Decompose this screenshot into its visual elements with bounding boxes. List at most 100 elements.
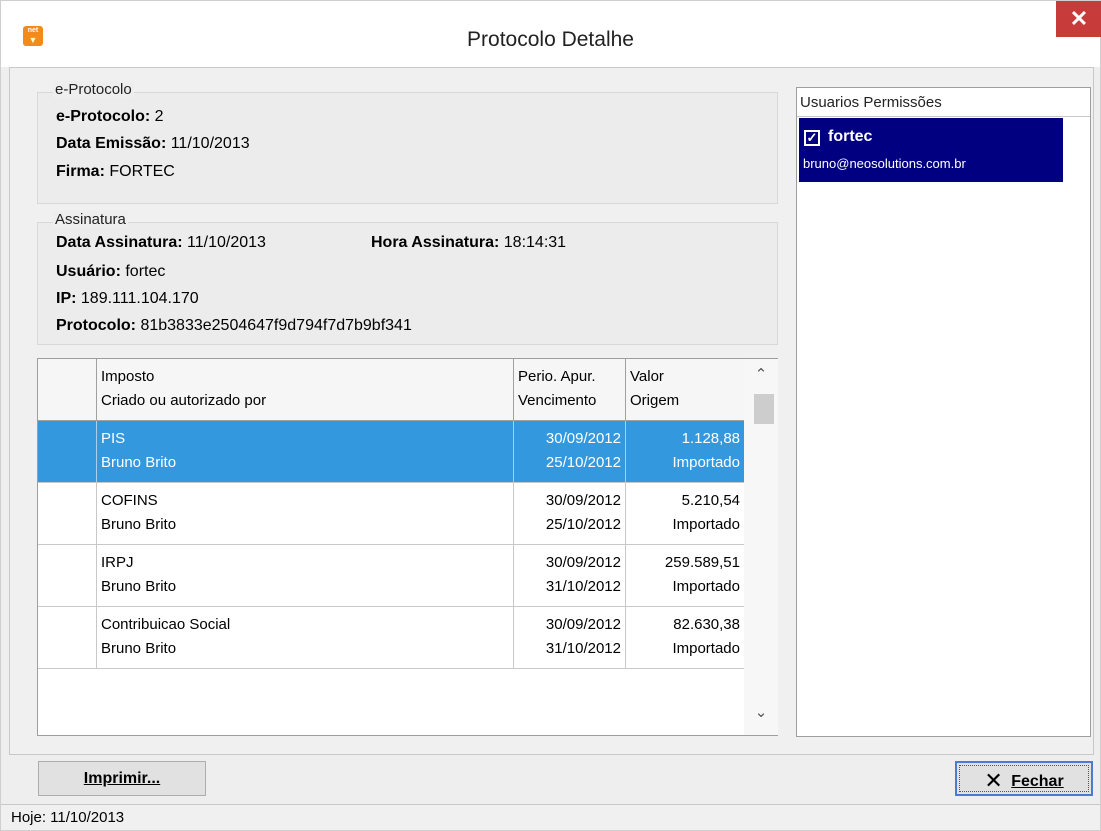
window-title: Protocolo Detalhe [467, 28, 634, 51]
header-criado-label: Criado ou autorizado por [101, 392, 267, 409]
scroll-up-icon[interactable]: ⌃ [744, 365, 778, 383]
scroll-down-icon[interactable]: ⌄ [744, 703, 778, 721]
vencimento: 25/10/2012 [545, 516, 621, 533]
window-close-button[interactable]: ✕ [1056, 1, 1101, 37]
imposto-author: Bruno Brito [101, 640, 177, 657]
vencimento: 31/10/2012 [545, 578, 621, 595]
imposto-grid: Imposto Criado ou autorizado por Perio. … [37, 358, 778, 736]
data-emissao-field: Data Emissão: 11/10/2013 [56, 135, 250, 153]
imposto-cell: PIS Bruno Brito [97, 421, 514, 482]
usuario-label: Usuário: [56, 263, 121, 280]
permissions-panel: Usuarios Permissões ✓ fortec bruno@neoso… [796, 87, 1091, 737]
imposto-name: PIS [101, 430, 126, 447]
usuario-field: Usuário: fortec [56, 263, 165, 281]
hora-assinatura-label: Hora Assinatura: [371, 234, 500, 251]
permission-user-item[interactable]: ✓ fortec bruno@neosolutions.com.br [799, 118, 1063, 182]
perio-apur: 30/09/2012 [545, 430, 621, 447]
print-button[interactable]: Imprimir... [38, 761, 206, 796]
dates-cell: 30/09/2012 31/10/2012 [514, 545, 626, 606]
ip-value: 189.111.104.170 [80, 290, 199, 307]
print-button-label: Imprimir... [83, 770, 161, 787]
ip-field: IP: 189.111.104.170 [56, 290, 199, 308]
eprotocolo-number-label: e-Protocolo: [56, 108, 151, 125]
origem: Importado [672, 578, 740, 595]
valor-cell: 5.210,54 Importado [626, 483, 744, 544]
hora-assinatura-field: Hora Assinatura: 18:14:31 [371, 234, 566, 252]
status-date: Hoje: 11/10/2013 [11, 809, 125, 826]
permission-user-name: fortec [828, 128, 873, 145]
row-indicator [38, 545, 97, 606]
valor: 82.630,38 [673, 616, 740, 633]
ip-label: IP: [56, 290, 77, 307]
imposto-author: Bruno Brito [101, 578, 177, 595]
imposto-author: Bruno Brito [101, 454, 177, 471]
close-icon: ✕ [984, 768, 1003, 793]
assinatura-caption: Assinatura [53, 211, 128, 228]
eprotocolo-caption: e-Protocolo [53, 81, 134, 98]
perio-apur: 30/09/2012 [545, 616, 621, 633]
imposto-cell: COFINS Bruno Brito [97, 483, 514, 544]
firma-field: Firma: FORTEC [56, 163, 175, 181]
origem: Importado [672, 640, 740, 657]
imposto-author: Bruno Brito [101, 516, 177, 533]
checkbox-checked-icon[interactable]: ✓ [804, 130, 820, 146]
vencimento: 25/10/2012 [545, 454, 621, 471]
header-imposto[interactable]: Imposto Criado ou autorizado por [97, 359, 514, 421]
data-emissao-value: 11/10/2013 [170, 135, 250, 152]
data-assinatura-label: Data Assinatura: [56, 234, 183, 251]
imposto-cell: IRPJ Bruno Brito [97, 545, 514, 606]
scroll-thumb[interactable] [754, 394, 774, 424]
protocolo-hash-value: 81b3833e2504647f9d794f7d7b9bf341 [140, 317, 412, 334]
row-indicator [38, 421, 97, 482]
header-perio[interactable]: Perio. Apur. Vencimento [514, 359, 626, 421]
origem: Importado [672, 454, 740, 471]
imposto-name: IRPJ [101, 554, 134, 571]
header-vencimento-label: Vencimento [518, 392, 597, 409]
protocolo-hash-label: Protocolo: [56, 317, 136, 334]
header-valor-label: Valor [630, 368, 664, 385]
grid-header: Imposto Criado ou autorizado por Perio. … [38, 359, 744, 421]
imposto-name: COFINS [101, 492, 158, 509]
header-imposto-label: Imposto [101, 368, 155, 385]
eprotocolo-number-field: e-Protocolo: 2 [56, 108, 164, 126]
dates-cell: 30/09/2012 25/10/2012 [514, 421, 626, 482]
origem: Importado [672, 516, 740, 533]
usuario-value: fortec [125, 263, 166, 280]
imposto-cell: Contribuicao Social Bruno Brito [97, 607, 514, 668]
data-assinatura-field: Data Assinatura: 11/10/2013 [56, 234, 266, 252]
valor: 1.128,88 [681, 430, 740, 447]
close-icon: ✕ [1069, 6, 1089, 31]
data-emissao-label: Data Emissão: [56, 135, 167, 152]
grid-scrollbar[interactable]: ⌃ ⌄ [744, 359, 778, 735]
table-row[interactable]: PIS Bruno Brito 30/09/2012 25/10/2012 1.… [38, 421, 744, 483]
valor-cell: 82.630,38 Importado [626, 607, 744, 668]
valor: 259.589,51 [664, 554, 740, 571]
title-bar: net ▼ Protocolo Detalhe ✕ [1, 1, 1101, 67]
permission-user-email: bruno@neosolutions.com.br [803, 156, 966, 171]
dialog-window: net ▼ Protocolo Detalhe ✕ e-Protocolo e-… [0, 0, 1101, 831]
protocolo-hash-field: Protocolo: 81b3833e2504647f9d794f7d7b9bf… [56, 317, 412, 335]
firma-label: Firma: [56, 163, 105, 180]
row-indicator [38, 483, 97, 544]
data-assinatura-value: 11/10/2013 [187, 234, 266, 251]
status-bar: Hoje: 11/10/2013 [1, 804, 1100, 830]
valor-cell: 259.589,51 Importado [626, 545, 744, 606]
table-row[interactable]: COFINS Bruno Brito 30/09/2012 25/10/2012… [38, 483, 744, 545]
header-valor[interactable]: Valor Origem [626, 359, 744, 421]
eprotocolo-number-value: 2 [154, 108, 164, 125]
table-row[interactable]: IRPJ Bruno Brito 30/09/2012 31/10/2012 2… [38, 545, 744, 607]
perio-apur: 30/09/2012 [545, 554, 621, 571]
dates-cell: 30/09/2012 25/10/2012 [514, 483, 626, 544]
close-button[interactable]: ✕ Fechar [955, 761, 1093, 796]
header-indicator [38, 359, 97, 421]
imposto-name: Contribuicao Social [101, 616, 231, 633]
header-origem-label: Origem [630, 392, 680, 409]
dates-cell: 30/09/2012 31/10/2012 [514, 607, 626, 668]
perio-apur: 30/09/2012 [545, 492, 621, 509]
firma-value: FORTEC [109, 163, 175, 180]
valor: 5.210,54 [681, 492, 740, 509]
header-perio-label: Perio. Apur. [518, 368, 596, 385]
table-row[interactable]: Contribuicao Social Bruno Brito 30/09/20… [38, 607, 744, 669]
hora-assinatura-value: 18:14:31 [503, 234, 567, 251]
row-indicator [38, 607, 97, 668]
